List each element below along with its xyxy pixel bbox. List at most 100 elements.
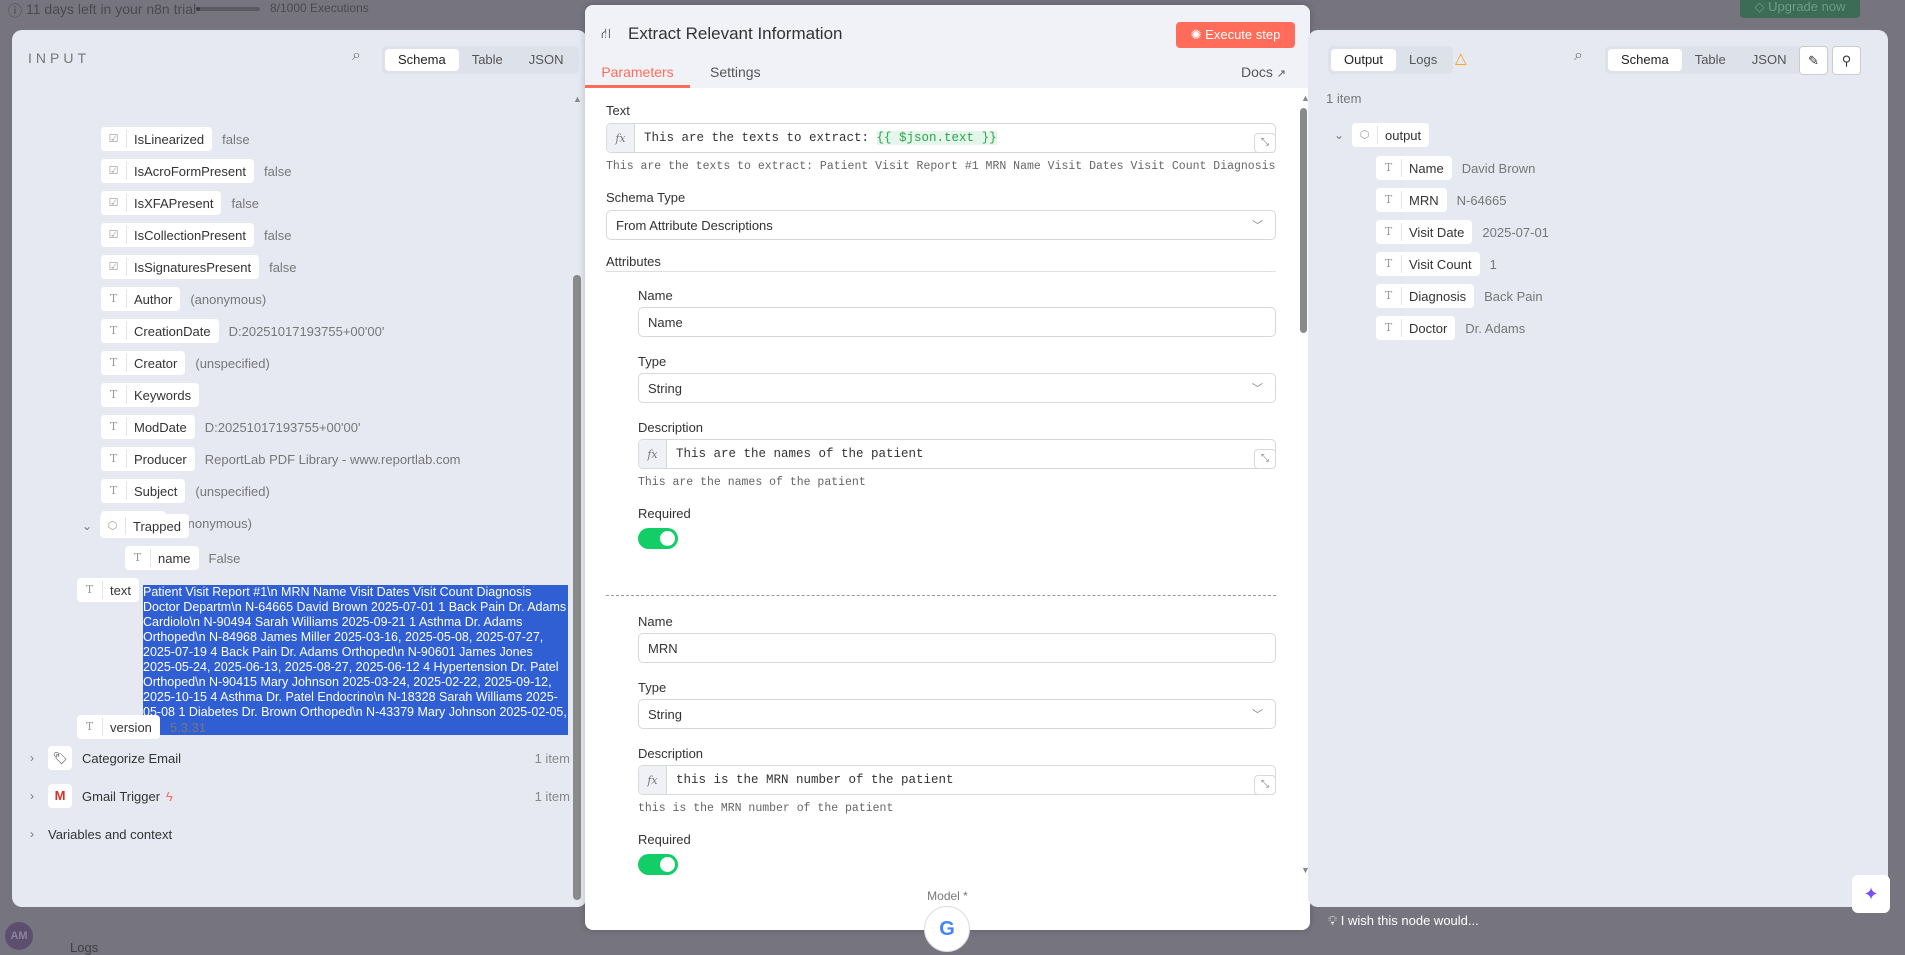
edit-output-button[interactable]: ✎ (1799, 46, 1828, 75)
pin-data-button[interactable]: ⚲ (1832, 46, 1861, 75)
field-key: Visit Count (1409, 256, 1472, 272)
text-value-selected[interactable]: Patient Visit Report #1\n MRN Name Visit… (143, 585, 568, 735)
search-icon[interactable]: ⌕ (352, 47, 361, 65)
docs-link[interactable]: Docs ↗ (1241, 61, 1286, 85)
variables-and-context[interactable]: › Variables and context (30, 822, 172, 846)
input-scrollbar[interactable] (573, 275, 581, 900)
field-key: ModDate (134, 419, 187, 435)
expand-icon[interactable]: ⤡ (1254, 133, 1276, 153)
field-key: Subject (134, 483, 178, 499)
tab-json[interactable]: JSON (1739, 49, 1800, 71)
attr-name-label: Name (638, 288, 673, 303)
upgrade-button[interactable]: ◇ Upgrade now (1740, 0, 1860, 18)
field-row[interactable]: ☑ IsXFAPresent false (101, 191, 259, 215)
field-key: Producer (134, 451, 187, 467)
attr-type-select[interactable]: String ﹀ (638, 699, 1276, 729)
tab-schema[interactable]: Schema (1608, 49, 1682, 71)
tab-table[interactable]: Table (1682, 49, 1739, 71)
feedback-prompt[interactable]: 💡︎ I wish this node would... (1328, 913, 1479, 929)
string-icon: T (125, 549, 151, 567)
warning-icon[interactable]: △ (1455, 49, 1467, 67)
google-model-icon[interactable]: G (924, 906, 970, 952)
boolean-icon: ☑ (101, 130, 127, 148)
execute-step-button[interactable]: ✺ Execute step (1176, 22, 1295, 48)
output-root[interactable]: ⌄ ⬡ output (1334, 123, 1430, 147)
chevron-down-icon[interactable]: ⌄ (82, 519, 100, 533)
string-icon: T (1376, 159, 1402, 177)
attr-required-toggle[interactable] (638, 528, 678, 549)
attr-desc-input[interactable]: fx this is the MRN number of the patient ⤡ (638, 765, 1276, 795)
tab-settings[interactable]: Settings (710, 61, 761, 83)
field-row[interactable]: T CreationDate D:20251017193755+00'00' (101, 319, 384, 343)
output-field-row[interactable]: T Diagnosis Back Pain (1376, 284, 1543, 308)
output-field-row[interactable]: T MRN N-64665 (1376, 188, 1506, 212)
node-count: 1 item (534, 750, 570, 766)
object-icon: ⬡ (100, 517, 126, 535)
boolean-icon: ☑ (101, 258, 127, 276)
spinner-icon: ✺ (1190, 27, 1206, 42)
tab-schema[interactable]: Schema (385, 49, 459, 71)
field-value: (anonymous) (190, 291, 267, 307)
scroll-up-arrow[interactable]: ▲ (573, 94, 582, 104)
output-view-switcher: Schema Table JSON (1605, 46, 1803, 74)
field-key: IsXFAPresent (134, 195, 214, 211)
output-field-row[interactable]: T Visit Count 1 (1376, 252, 1497, 276)
string-icon: T (1376, 287, 1402, 305)
node-gmail-trigger[interactable]: › M Gmail Trigger ϟ 1 item (30, 784, 570, 808)
attr-name-input[interactable]: MRN (638, 633, 1276, 663)
field-row[interactable]: ☑ IsCollectionPresent false (101, 223, 291, 247)
text-expression-input[interactable]: fx This are the texts to extract: {{ $js… (606, 123, 1276, 153)
field-row[interactable]: T Producer ReportLab PDF Library - www.re… (101, 447, 461, 471)
search-icon[interactable]: ⌕ (1574, 47, 1583, 65)
logs-label[interactable]: Logs (70, 940, 98, 955)
node-categorize-email[interactable]: › 🏷 Categorize Email 1 item (30, 746, 570, 770)
field-row[interactable]: ☑ IsLinearized false (101, 127, 250, 151)
field-row[interactable]: T Creator (unspecified) (101, 351, 270, 375)
attr-desc-label: Description (638, 746, 704, 761)
attr-name-input[interactable]: Name (638, 307, 1276, 337)
chevron-right-icon: › (30, 789, 34, 803)
output-field-row[interactable]: T Doctor Dr. Adams (1376, 316, 1525, 340)
attr-type-select[interactable]: String ﹀ (638, 373, 1276, 403)
field-row[interactable]: T ModDate D:20251017193755+00'00' (101, 415, 360, 439)
avatar[interactable]: AM (5, 922, 33, 950)
field-value: N-64665 (1456, 192, 1507, 208)
attr-desc-input[interactable]: fx This are the names of the patient ⤡ (638, 439, 1276, 469)
field-row[interactable]: T Subject (unspecified) (101, 479, 270, 503)
field-key: Trapped (133, 518, 181, 534)
params-scrollbar[interactable] (1300, 108, 1307, 333)
chevron-down-icon: ﹀ (1252, 383, 1263, 395)
node-name: Gmail Trigger (82, 788, 161, 804)
schema-type-select[interactable]: From Attribute Descriptions ﹀ (606, 210, 1276, 240)
tab-parameters[interactable]: Parameters (585, 61, 690, 88)
field-value: D:20251017193755+00'00' (204, 419, 361, 435)
tab-json[interactable]: JSON (516, 49, 577, 71)
output-field-row[interactable]: T Visit Date 2025-07-01 (1376, 220, 1549, 244)
field-row[interactable]: T Keywords (101, 383, 209, 407)
boolean-icon: ☑ (101, 194, 127, 212)
field-text[interactable]: Ttext (77, 578, 139, 602)
tab-output[interactable]: Output (1331, 49, 1397, 71)
chevron-down-icon[interactable]: ⌄ (1334, 128, 1352, 142)
field-version[interactable]: Tversion 5.3.31 (77, 715, 206, 739)
field-value: 5.3.31 (169, 719, 207, 735)
field-row[interactable]: ☑ IsSignaturesPresent false (101, 255, 297, 279)
pin-icon: ⚲ (1841, 53, 1852, 68)
ai-assistant-button[interactable]: ✦ (1852, 875, 1890, 913)
attr-desc-label: Description (638, 420, 704, 435)
text-expression: {{ $json.text }} (876, 131, 997, 145)
attr-required-toggle[interactable] (638, 854, 678, 875)
output-field-row[interactable]: T Name David Brown (1376, 156, 1535, 180)
field-key: Doctor (1409, 320, 1448, 336)
field-row[interactable]: ☑ IsAcroFormPresent false (101, 159, 291, 183)
docs-label: Docs (1241, 64, 1273, 80)
tab-table[interactable]: Table (459, 49, 516, 71)
expand-icon[interactable]: ⤡ (1254, 449, 1276, 469)
boolean-icon: ☑ (101, 226, 127, 244)
field-trapped-name[interactable]: Tname False (125, 546, 240, 570)
schema-type-label: Schema Type (606, 190, 686, 205)
field-row[interactable]: T Author (anonymous) (101, 287, 266, 311)
tab-logs[interactable]: Logs (1396, 49, 1450, 71)
expand-icon[interactable]: ⤡ (1254, 775, 1276, 795)
field-trapped[interactable]: ⌄ ⬡ Trapped (82, 514, 189, 538)
